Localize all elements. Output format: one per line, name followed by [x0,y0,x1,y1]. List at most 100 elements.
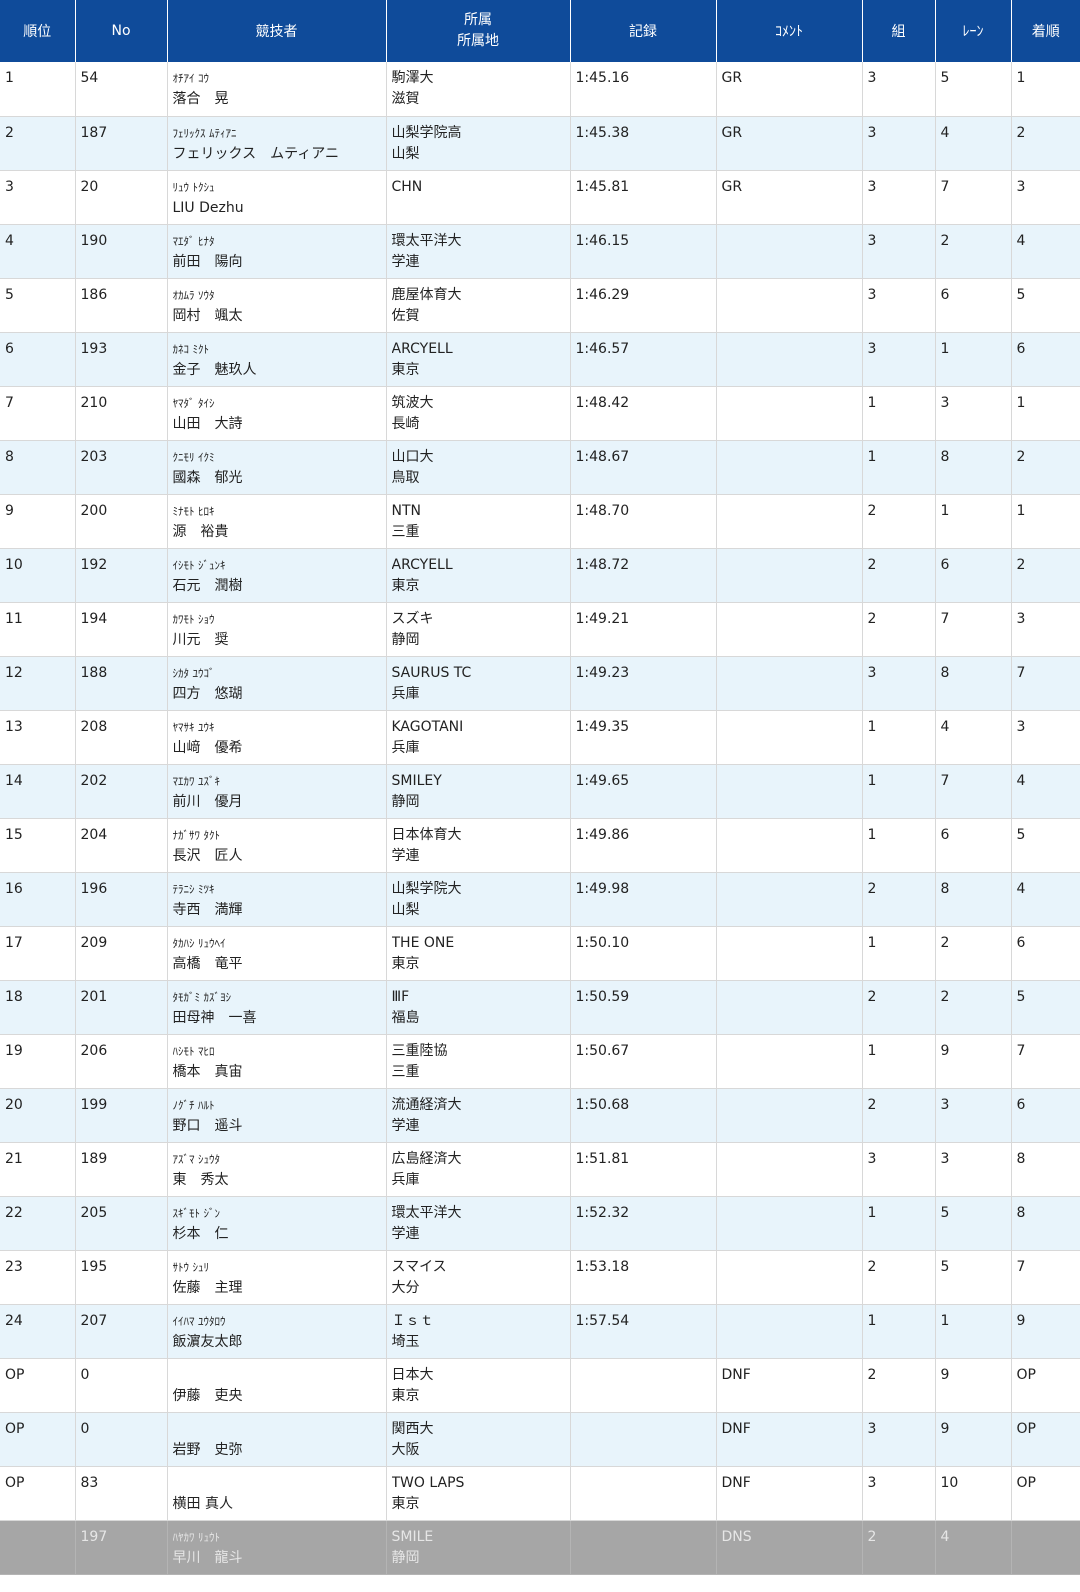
heat-value: 3 [867,178,877,195]
record-value: 1:49.86 [575,826,630,843]
cell-heat: 3 [862,116,936,171]
cell-record: 1:46.57 [570,332,717,387]
record-value: 1:49.35 [575,718,630,735]
athlete-kana: ｵｶﾑﾗ ｿｳﾀ [172,288,215,302]
athlete-kana: ﾏｴﾀﾞ ﾋﾅﾀ [172,234,215,248]
athlete-name: 四方 悠瑚 [172,685,243,702]
cell-athlete: ﾘｭｳ ﾄｸｼｭ LIU Dezhu [167,170,387,225]
cell-athlete: ｵﾁｱｲ ｺｳ 落合 晃 [167,62,387,117]
cell-order: 7 [1011,1034,1080,1089]
bib-number: 207 [80,1312,108,1329]
cell-lane: 3 [935,386,1012,441]
cell-order: OP [1011,1412,1080,1467]
athlete-kana: ﾌｪﾘｯｸｽ ﾑﾃｨｱﾆ [172,126,237,140]
lane-value: 9 [940,1420,950,1437]
header-comment[interactable]: ｺﾒﾝﾄ [716,0,863,62]
rank-value: 12 [5,664,23,681]
cell-rank: 24 [0,1304,76,1359]
table-body: 1 54 ｵﾁｱｲ ｺｳ 落合 晃駒澤大 滋賀 1:45.16 GR 3 5 1 2 187 ﾌｪﾘｯｸ… [0,62,1080,1575]
cell-comment [716,656,863,711]
cell-rank: 8 [0,440,76,495]
cell-comment [716,1304,863,1359]
header-no[interactable]: No [75,0,168,62]
cell-rank: 6 [0,332,76,387]
bib-number: 201 [80,988,108,1005]
cell-no: 210 [75,386,168,441]
order-value: 3 [1016,718,1026,735]
cell-record: 1:46.15 [570,224,717,279]
cell-no: 0 [75,1358,168,1413]
cell-lane: 9 [935,1034,1012,1089]
cell-heat: 2 [862,1358,936,1413]
cell-order: 2 [1011,440,1080,495]
affiliation-name: THE ONE [391,934,455,951]
affiliation-name: 三重陸協 [391,1042,448,1059]
athlete-name: 川元 奨 [172,631,229,648]
cell-no: 203 [75,440,168,495]
cell-lane: 2 [935,224,1012,279]
athlete-kana: ﾔﾏｻｷ ﾕｳｷ [172,720,215,734]
bib-number: 197 [80,1528,108,1545]
comment-value [722,501,862,522]
table-row: 19 206 ﾊｼﾓﾄ ﾏﾋﾛ 橋本 真宙 三重陸協 三重 1:50.67 1 9 7 [0,1034,1080,1089]
comment-value [722,1149,862,1170]
header-affiliation[interactable]: 所属 所属地 [386,0,571,62]
cell-order: 5 [1011,278,1080,333]
header-lane[interactable]: ﾚｰﾝ [935,0,1012,62]
cell-lane: 8 [935,656,1012,711]
order-value: 1 [1016,394,1026,411]
athlete-name: 伊藤 吏央 [172,1387,243,1404]
cell-comment [716,1088,863,1143]
affiliation-region: 学連 [391,847,420,864]
record-value: 1:53.18 [575,1258,630,1275]
comment-value [722,285,862,306]
athlete-name: 石元 潤樹 [172,577,243,594]
header-athlete[interactable]: 競技者 [167,0,387,62]
header-order[interactable]: 着順 [1011,0,1080,62]
order-value: 7 [1016,1042,1026,1059]
bib-number: 0 [80,1420,90,1437]
record-value: 1:51.81 [575,1150,630,1167]
cell-athlete: ｶﾈｺ ﾐｸﾄ 金子 魅玖人 [167,332,387,387]
comment-value: DNF [721,1366,751,1383]
affiliation-region: 東京 [391,361,420,378]
comment-value [722,1311,862,1332]
cell-no: 190 [75,224,168,279]
bib-number: 205 [80,1204,108,1221]
record-value [576,1527,716,1548]
cell-no: 208 [75,710,168,765]
header-heat[interactable]: 組 [862,0,936,62]
record-value: 1:57.54 [575,1312,630,1329]
affiliation-name: 日本大 [391,1366,434,1383]
lane-value: 8 [940,880,950,897]
table-row: 14 202 ﾏｴｶﾜ ﾕｽﾞｷ 前川 優月 SMILEY 静岡 1:49.65 1 7 4 [0,764,1080,819]
athlete-name: 杉本 仁 [172,1225,229,1242]
athlete-kana: ﾀｶﾊｼ ﾘｭｳﾍｲ [172,936,226,950]
affiliation-name: SAURUS TC [391,664,472,681]
athlete-kana: ｵﾁｱｲ ｺｳ [172,72,210,85]
cell-order: 6 [1011,1088,1080,1143]
cell-athlete: ﾃﾗﾆｼ ﾐﾂｷ 寺西 満輝 [167,872,387,927]
cell-athlete: 横田 真人 [167,1466,387,1521]
heat-value: 2 [867,1528,877,1545]
cell-affiliation: 環太平洋大 学連 [386,1196,571,1251]
cell-lane: 9 [935,1358,1012,1413]
header-rank[interactable]: 順位 [0,0,76,62]
cell-affiliation: THE ONE 東京 [386,926,571,981]
record-value: 1:49.65 [575,772,630,789]
lane-value: 3 [940,1096,950,1113]
comment-value [722,1041,862,1062]
affiliation-name: 筑波大 [391,394,434,411]
order-value: 3 [1016,178,1026,195]
record-value: 1:46.15 [575,232,630,249]
table-row: 197 ﾊﾔｶﾜ ﾘｭｳﾄ 早川 龍斗 SMILE 静岡 DNS 2 4 [0,1520,1080,1575]
header-record[interactable]: 記録 [570,0,717,62]
athlete-name: 高橋 竜平 [172,955,243,972]
cell-rank: 15 [0,818,76,873]
cell-affiliation: 広島経済大 兵庫 [386,1142,571,1197]
cell-comment [716,980,863,1035]
cell-lane: 9 [935,1412,1012,1467]
athlete-name: 長沢 匠人 [172,847,243,864]
lane-value: 1 [940,502,950,519]
cell-no: 204 [75,818,168,873]
